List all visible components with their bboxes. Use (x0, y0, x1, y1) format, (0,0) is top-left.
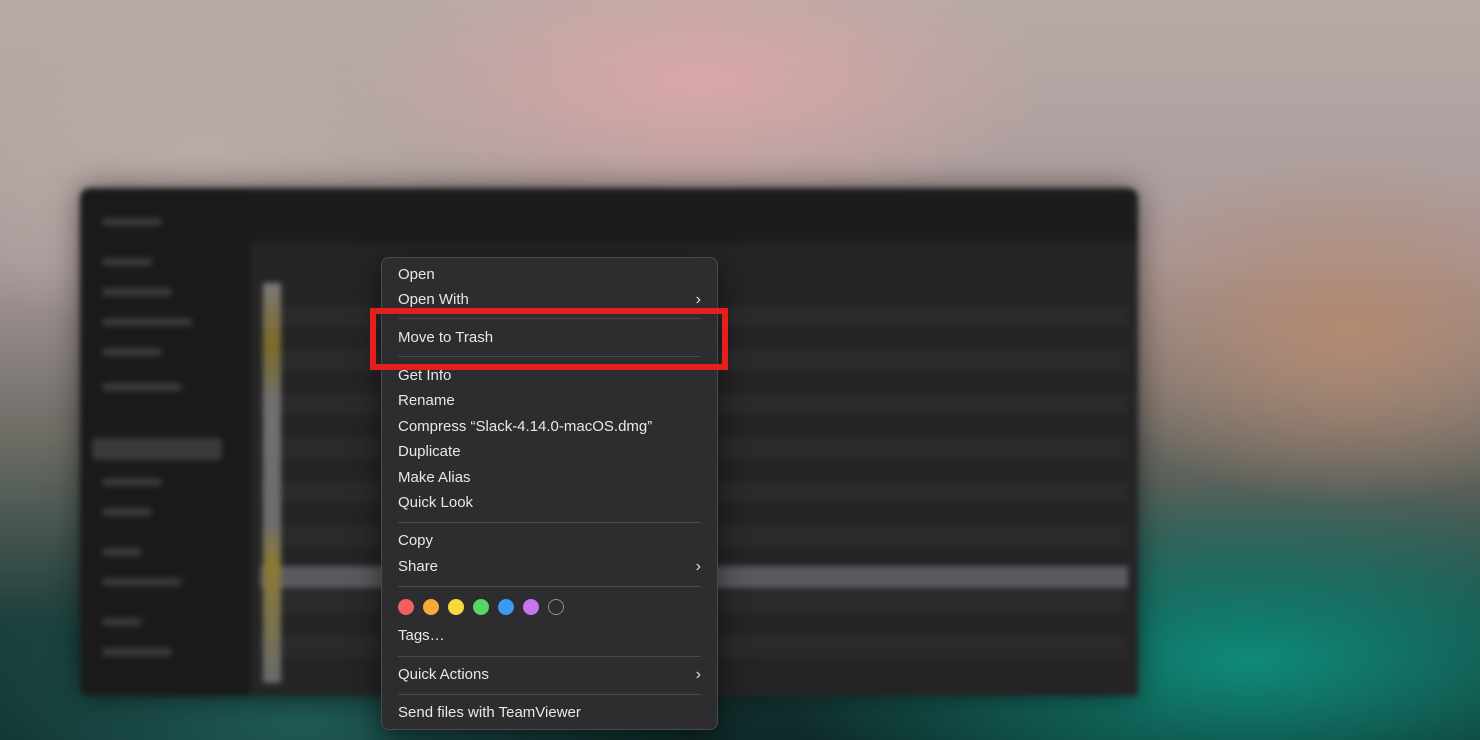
menu-item-label: Send files with TeamViewer (398, 704, 581, 721)
menu-item-label: Compress “Slack-4.14.0-macOS.dmg” (398, 418, 653, 435)
menu-item-label: Open With (398, 291, 469, 308)
tag-orange[interactable] (423, 599, 439, 615)
tag-red[interactable] (398, 599, 414, 615)
tag-green[interactable] (473, 599, 489, 615)
menu-item-label: Share (398, 558, 439, 575)
menu-item-tags[interactable]: Tags… (388, 624, 711, 648)
tag-none[interactable] (548, 599, 564, 615)
menu-item-label: Rename (398, 392, 455, 409)
menu-item-copy[interactable]: Copy (388, 529, 711, 553)
finder-sidebar (80, 188, 250, 696)
menu-item-label: Copy (398, 532, 434, 549)
menu-item-label: Quick Look (398, 494, 474, 511)
menu-item-share[interactable]: Share › (388, 555, 711, 579)
menu-item-rename[interactable]: Rename (388, 389, 711, 413)
menu-item-quick-look[interactable]: Quick Look (388, 491, 711, 515)
menu-item-label: Open (398, 266, 435, 283)
menu-item-quick-actions[interactable]: Quick Actions › (388, 663, 711, 687)
menu-item-label: Tags… (398, 627, 445, 644)
chevron-right-icon: › (695, 558, 701, 575)
menu-item-send-teamviewer[interactable]: Send files with TeamViewer (388, 701, 711, 725)
menu-item-label: Make Alias (398, 469, 471, 486)
chevron-right-icon: › (695, 666, 701, 683)
tag-purple[interactable] (523, 599, 539, 615)
annotation-highlight-box (370, 308, 728, 370)
menu-item-open[interactable]: Open (388, 263, 711, 287)
tag-yellow[interactable] (448, 599, 464, 615)
tag-color-picker (398, 598, 564, 616)
menu-separator (398, 656, 701, 657)
menu-item-make-alias[interactable]: Make Alias (388, 466, 711, 490)
menu-item-compress[interactable]: Compress “Slack-4.14.0-macOS.dmg” (388, 415, 711, 439)
menu-separator (398, 694, 701, 695)
menu-item-label: Duplicate (398, 443, 461, 460)
menu-separator (398, 586, 701, 587)
menu-separator (398, 522, 701, 523)
menu-item-label: Quick Actions (398, 666, 489, 683)
menu-item-duplicate[interactable]: Duplicate (388, 440, 711, 464)
tag-blue[interactable] (498, 599, 514, 615)
